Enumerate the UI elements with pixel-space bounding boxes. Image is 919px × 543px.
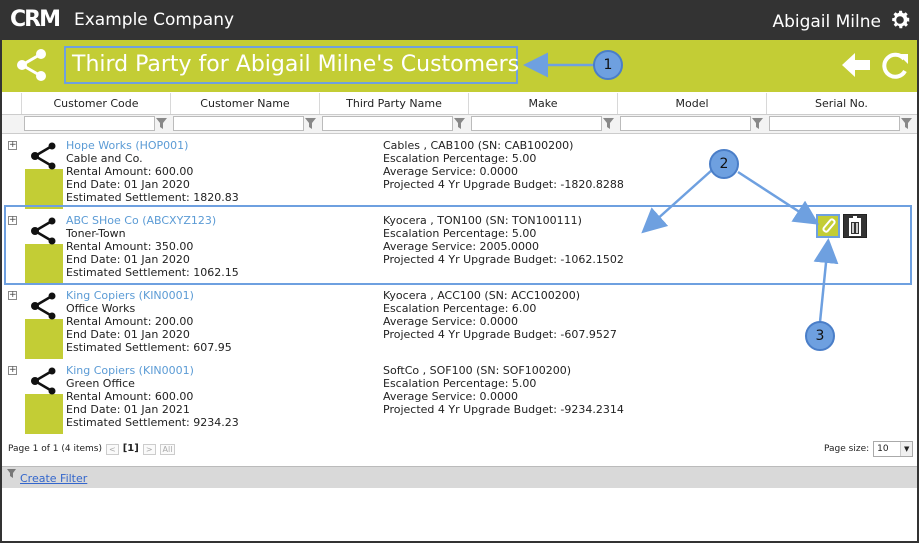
escalation-percentage: Escalation Percentage: 6.00 [383,302,537,315]
estimated-settlement: Estimated Settlement: 607.95 [66,341,232,354]
gear-icon[interactable] [888,8,912,32]
table-row[interactable]: + King Copiers (KIN0001) Office Works Re… [2,287,917,362]
rental-amount: Rental Amount: 200.00 [66,315,194,328]
callout-3: 3 [805,321,835,351]
average-service: Average Service: 0.0000 [383,390,519,403]
callout-2: 2 [709,149,739,179]
end-date: End Date: 01 Jan 2021 [66,403,190,416]
page-size-label: Page size: [824,444,870,454]
table-row[interactable]: + King Copiers (KIN0001) Green Office Re… [2,362,917,437]
column-serial-no[interactable]: Serial No. [767,93,916,114]
estimated-settlement: Estimated Settlement: 1820.83 [66,191,239,204]
customer-link[interactable]: Hope Works (HOP001) [66,139,239,152]
expand-row-button[interactable]: + [8,141,17,150]
upgrade-budget: Projected 4 Yr Upgrade Budget: -9234.231… [383,403,624,416]
funnel-icon[interactable] [305,117,316,130]
top-bar: CRM Example Company Abigail Milne [0,0,919,40]
trash-icon [849,216,861,236]
end-date: End Date: 01 Jan 2020 [66,178,190,191]
escalation-percentage: Escalation Percentage: 5.00 [383,377,537,390]
pager-next-button[interactable]: > [142,443,156,455]
expand-row-button[interactable]: + [8,366,17,375]
product-make-model: Kyocera , ACC100 (SN: ACC100200) [383,289,581,302]
crm-logo[interactable]: CRM [10,8,61,32]
row-thumbnail [25,364,63,434]
pager-current-page[interactable]: [1] [123,443,139,455]
create-filter-link[interactable]: Create Filter [20,472,87,485]
funnel-icon[interactable] [752,117,763,130]
customer-link[interactable]: King Copiers (KIN0001) [66,364,239,377]
customer-details: King Copiers (KIN0001) Office Works Rent… [66,289,232,354]
user-name[interactable]: Abigail Milne [772,12,881,32]
pager: Page 1 of 1 (4 items) < [1] > All [8,443,176,455]
product-make-model: SoftCo , SOF100 (SN: SOF100200) [383,364,572,377]
filter-input-make[interactable] [471,116,602,131]
product-details: SoftCo , SOF100 (SN: SOF100200) Escalati… [383,364,624,416]
filter-bar: Create Filter [2,466,917,488]
escalation-percentage: Escalation Percentage: 5.00 [383,152,537,165]
product-make-model: Cables , CAB100 (SN: CAB100200) [383,139,574,152]
average-service: Average Service: 0.0000 [383,315,519,328]
grid-filter-row [2,115,917,134]
third-party-name: Office Works [66,302,136,315]
customer-details: Hope Works (HOP001) Cable and Co. Rental… [66,139,239,204]
table-row[interactable]: + Hope Works (HOP001) Cable and Co. Rent… [2,137,917,212]
funnel-icon[interactable] [901,117,912,130]
selected-row-highlight [4,205,912,285]
filter-input-customer-name[interactable] [173,116,304,131]
product-details: Kyocera , ACC100 (SN: ACC100200) Escalat… [383,289,617,341]
column-customer-code[interactable]: Customer Code [22,93,171,114]
third-party-name: Green Office [66,377,135,390]
funnel-icon[interactable] [156,117,167,130]
average-service: Average Service: 0.0000 [383,165,519,178]
upgrade-budget: Projected 4 Yr Upgrade Budget: -1820.828… [383,178,624,191]
end-date: End Date: 01 Jan 2020 [66,328,190,341]
share-icon [31,142,56,170]
third-party-name: Cable and Co. [66,152,143,165]
column-third-party-name[interactable]: Third Party Name [320,93,469,114]
delete-button[interactable] [843,214,867,238]
filter-input-third-party-name[interactable] [322,116,453,131]
page-size-select[interactable]: 10 ▼ [873,441,914,457]
column-customer-name[interactable]: Customer Name [171,93,320,114]
grid-column-header: Customer Code Customer Name Third Party … [2,93,917,115]
page-size-value: 10 [877,444,889,454]
page-size: Page size: 10 ▼ [824,441,914,457]
edit-button[interactable] [816,214,840,238]
estimated-settlement: Estimated Settlement: 9234.23 [66,416,239,429]
filter-input-serial-no[interactable] [769,116,900,131]
row-thumbnail [25,139,63,209]
expand-column-header [2,93,22,114]
funnel-icon[interactable] [603,117,614,130]
expand-row-button[interactable]: + [8,291,17,300]
row-thumbnail [25,289,63,359]
funnel-icon [7,469,16,478]
page-title: Third Party for Abigail Milne's Customer… [64,46,519,84]
callout-1: 1 [593,50,623,80]
share-icon [31,367,56,395]
upgrade-budget: Projected 4 Yr Upgrade Budget: -607.9527 [383,328,617,341]
pencil-icon [822,218,836,233]
customer-link[interactable]: King Copiers (KIN0001) [66,289,232,302]
rental-amount: Rental Amount: 600.00 [66,165,194,178]
column-model[interactable]: Model [618,93,767,114]
share-icon [17,49,46,81]
column-make[interactable]: Make [469,93,618,114]
share-icon [31,292,56,320]
filter-input-customer-code[interactable] [24,116,155,131]
refresh-icon[interactable] [880,50,910,80]
customer-details: King Copiers (KIN0001) Green Office Rent… [66,364,239,429]
pager-all-button[interactable]: All [159,443,176,455]
filter-input-model[interactable] [620,116,751,131]
company-name: Example Company [74,10,235,30]
pager-summary: Page 1 of 1 (4 items) [8,444,102,454]
product-details: Cables , CAB100 (SN: CAB100200) Escalati… [383,139,624,191]
funnel-icon[interactable] [454,117,465,130]
rental-amount: Rental Amount: 600.00 [66,390,194,403]
pager-prev-button[interactable]: < [106,443,119,455]
back-arrow-icon[interactable] [840,50,872,80]
chevron-down-icon[interactable]: ▼ [900,442,913,456]
